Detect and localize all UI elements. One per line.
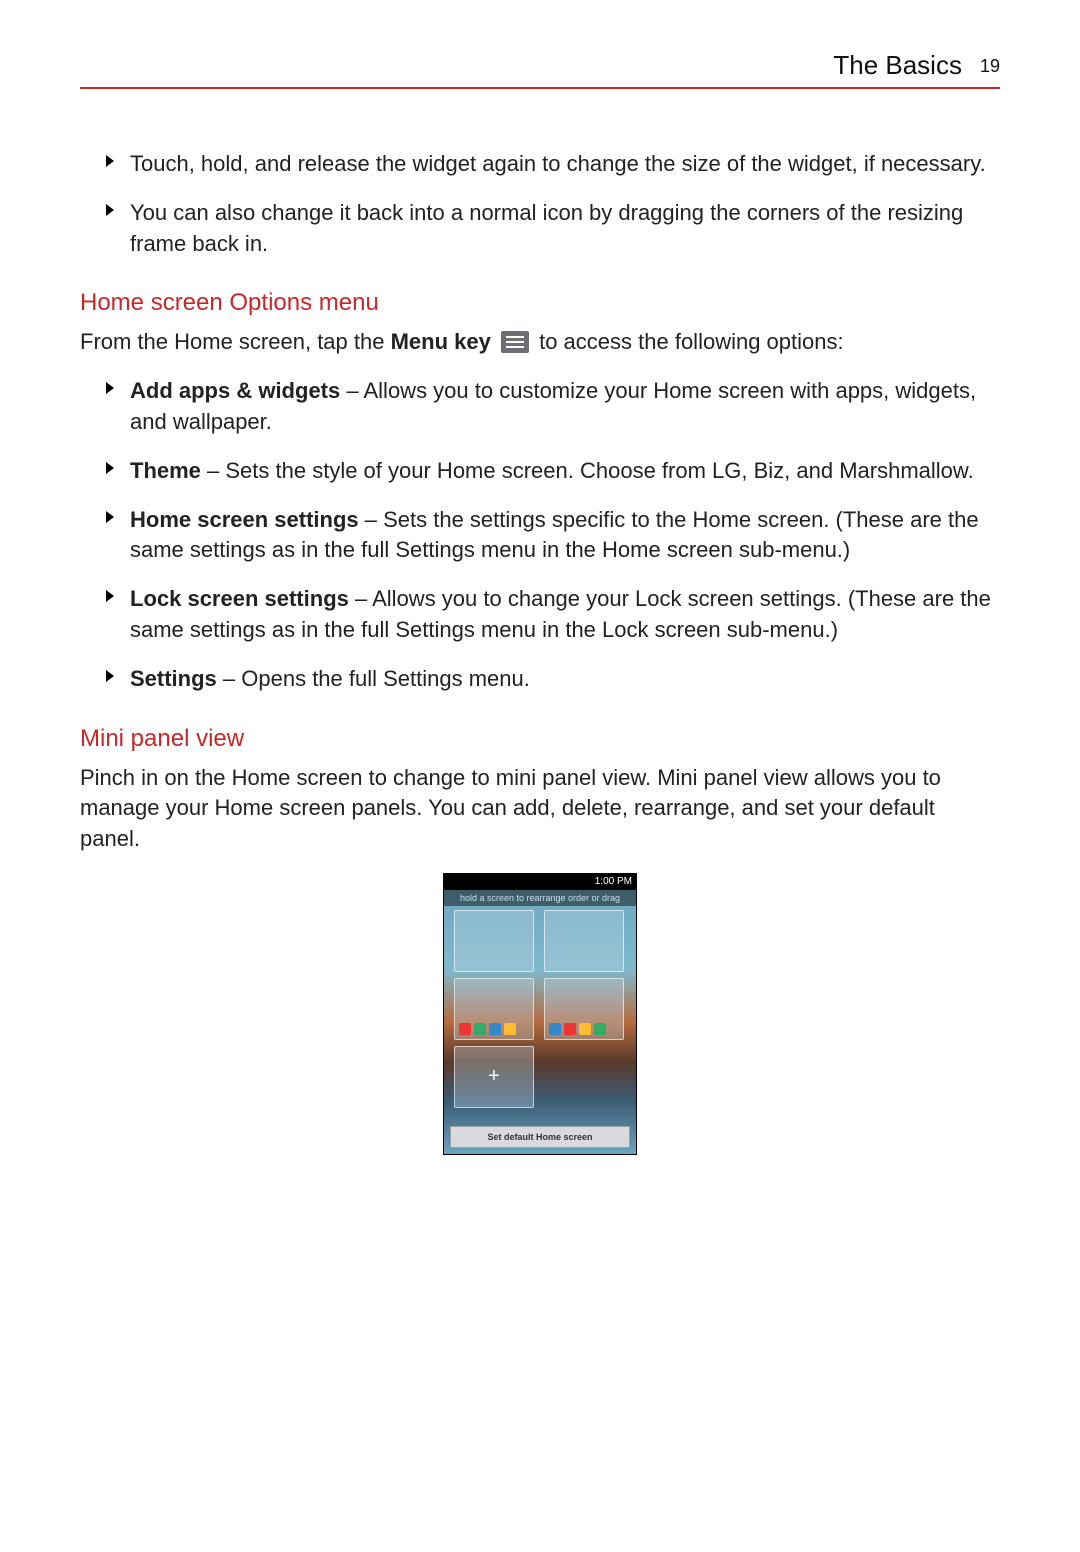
app-icon — [489, 1023, 501, 1035]
app-icon — [549, 1023, 561, 1035]
triangle-bullet-icon — [106, 590, 114, 602]
option-term: Lock screen settings — [130, 586, 349, 611]
home-panel-thumb — [454, 978, 534, 1040]
page-header: The Basics 19 — [80, 50, 1000, 89]
add-panel-tile: + — [454, 1046, 534, 1108]
options-list: Add apps & widgets – Allows you to custo… — [80, 376, 1000, 694]
phone-hint-bar: hold a screen to rearrange order or drag — [444, 890, 636, 906]
list-item: Add apps & widgets – Allows you to custo… — [80, 376, 1000, 438]
app-icon — [594, 1023, 606, 1035]
plus-icon: + — [488, 1065, 500, 1088]
lead-post: to access the following options: — [539, 329, 844, 354]
app-icon — [474, 1023, 486, 1035]
lead-pre: From the Home screen, tap the — [80, 329, 391, 354]
panel-icon-row — [459, 1023, 516, 1035]
menu-key-icon — [501, 331, 529, 353]
option-desc: – Opens the full Settings menu. — [217, 666, 530, 691]
home-panel-thumb — [454, 910, 534, 972]
list-item: Home screen settings – Sets the settings… — [80, 505, 1000, 567]
page-number: 19 — [980, 56, 1000, 77]
home-panel-thumb — [544, 978, 624, 1040]
section2-para: Pinch in on the Home screen to change to… — [80, 763, 1000, 855]
triangle-bullet-icon — [106, 511, 114, 523]
option-term: Add apps & widgets — [130, 378, 340, 403]
triangle-bullet-icon — [106, 462, 114, 474]
triangle-bullet-icon — [106, 382, 114, 394]
intro-bullet-list: Touch, hold, and release the widget agai… — [80, 149, 1000, 259]
section-heading-mini-panel: Mini panel view — [80, 725, 1000, 753]
section1-lead: From the Home screen, tap the Menu key t… — [80, 327, 1000, 358]
status-time: 1:00 PM — [595, 876, 632, 887]
app-icon — [579, 1023, 591, 1035]
list-item: Settings – Opens the full Settings menu. — [80, 664, 1000, 695]
document-page: The Basics 19 Touch, hold, and release t… — [0, 0, 1080, 1552]
header-title: The Basics — [833, 50, 962, 81]
bullet-text: You can also change it back into a norma… — [130, 200, 963, 256]
app-icon — [504, 1023, 516, 1035]
app-icon — [459, 1023, 471, 1035]
set-default-home-button: Set default Home screen — [450, 1126, 630, 1148]
panel-icon-row — [549, 1023, 606, 1035]
triangle-bullet-icon — [106, 670, 114, 682]
list-item: Theme – Sets the style of your Home scre… — [80, 456, 1000, 487]
bullet-text: Touch, hold, and release the widget agai… — [130, 151, 986, 176]
list-item: You can also change it back into a norma… — [80, 198, 1000, 260]
option-term: Settings — [130, 666, 217, 691]
list-item: Lock screen settings – Allows you to cha… — [80, 584, 1000, 646]
app-icon — [564, 1023, 576, 1035]
phone-status-bar: 1:00 PM — [444, 874, 636, 890]
option-term: Home screen settings — [130, 507, 359, 532]
triangle-bullet-icon — [106, 155, 114, 167]
phone-screenshot-figure: 1:00 PM hold a screen to rearrange order… — [443, 873, 637, 1155]
option-term: Theme — [130, 458, 201, 483]
option-desc: – Sets the style of your Home screen. Ch… — [201, 458, 974, 483]
triangle-bullet-icon — [106, 204, 114, 216]
lead-bold: Menu key — [391, 329, 491, 354]
home-panel-thumb — [544, 910, 624, 972]
list-item: Touch, hold, and release the widget agai… — [80, 149, 1000, 180]
section-heading-options: Home screen Options menu — [80, 289, 1000, 317]
